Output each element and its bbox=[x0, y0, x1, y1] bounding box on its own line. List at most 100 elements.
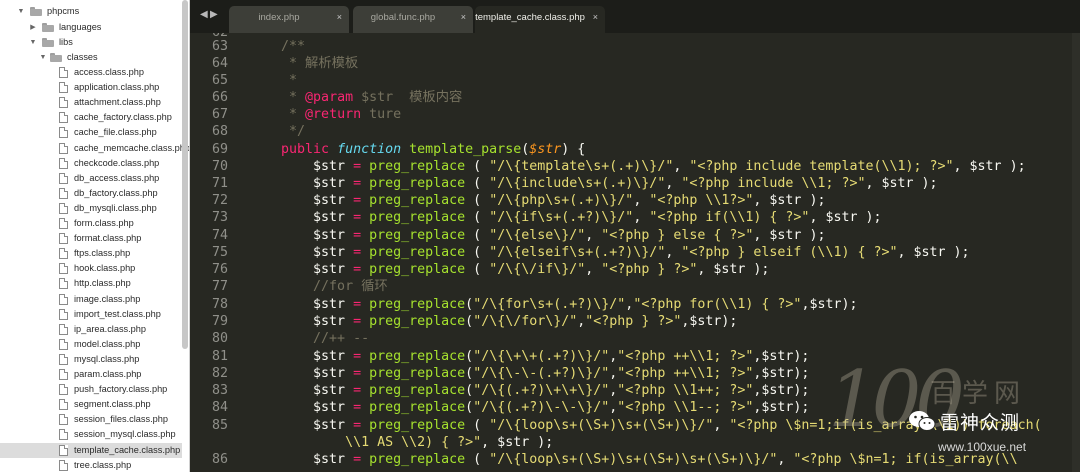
file-icon bbox=[59, 414, 68, 426]
code-text: $str = preg_replace ( "/\{include\s+(.+)… bbox=[249, 176, 938, 191]
sidebar-file-label: form.class.php bbox=[74, 218, 134, 228]
tab-template_cache-class-php[interactable]: template_cache.class.php × bbox=[475, 6, 605, 33]
sidebar-file-label: http.class.php bbox=[74, 278, 131, 289]
file-icon bbox=[59, 233, 68, 245]
sidebar-file-item[interactable]: cache_memcache.class.php bbox=[0, 141, 189, 156]
line-number: 74 bbox=[211, 228, 228, 243]
line-number: 82 bbox=[211, 366, 228, 381]
close-icon[interactable]: × bbox=[461, 6, 466, 29]
sidebar-file-label: application.class.php bbox=[74, 82, 160, 93]
code-line: 65 * bbox=[190, 72, 1080, 89]
code-line: 68 */ bbox=[190, 123, 1080, 140]
sidebar-file-item[interactable]: push_factory.class.php bbox=[0, 382, 182, 397]
sidebar-file-item[interactable]: db_factory.class.php bbox=[0, 186, 182, 201]
sidebar-file-label: template_cache.class.php bbox=[74, 444, 181, 455]
line-number: 73 bbox=[211, 210, 228, 225]
line-number: 63 bbox=[211, 39, 228, 54]
file-icon bbox=[59, 187, 68, 199]
sidebar-file-label: attachment.class.php bbox=[74, 97, 161, 108]
line-number: 86 bbox=[211, 452, 228, 467]
sidebar-file-item[interactable]: segment.class.php bbox=[0, 397, 182, 412]
line-number: 79 bbox=[211, 314, 228, 329]
line-number: 67 bbox=[211, 107, 228, 122]
sidebar-file-item[interactable]: image.class.php bbox=[0, 292, 182, 307]
chevron-down-icon[interactable]: ▼ bbox=[17, 4, 25, 19]
sidebar-folder-phpcms[interactable]: ▼ phpcms bbox=[0, 4, 182, 19]
chevron-right-icon[interactable]: ▶ bbox=[29, 20, 37, 35]
code-line: 79 $str = preg_replace("/\{\/for\}/","<?… bbox=[190, 313, 1080, 330]
sidebar-file-item[interactable]: tree.class.php bbox=[0, 458, 182, 472]
code-line: 69 public function template_parse($str) … bbox=[190, 141, 1080, 158]
sidebar-file-item[interactable]: form.class.php bbox=[0, 216, 182, 231]
sidebar-file-label: db_factory.class.php bbox=[74, 187, 158, 198]
sidebar-folder-label: libs bbox=[59, 37, 73, 47]
sidebar-file-item[interactable]: param.class.php bbox=[0, 367, 182, 382]
code-text: public function template_parse($str) { bbox=[249, 142, 586, 157]
watermark: 100 百学网 雷神众测 www.100xue.net bbox=[820, 355, 1080, 472]
sidebar-folder-languages[interactable]: ▶ languages bbox=[0, 20, 182, 35]
code-line: 63 /** bbox=[190, 38, 1080, 55]
tab-label: index.php bbox=[258, 12, 300, 23]
sidebar-file-item[interactable]: checkcode.class.php bbox=[0, 156, 182, 171]
code-line: 77 //for 循环 bbox=[190, 278, 1080, 295]
sidebar-folder-classes[interactable]: ▼ classes bbox=[0, 50, 182, 65]
code-line: 71 $str = preg_replace ( "/\{include\s+(… bbox=[190, 175, 1080, 192]
sidebar-file-item[interactable]: mysql.class.php bbox=[0, 352, 182, 367]
sidebar-file-item[interactable]: cache_factory.class.php bbox=[0, 110, 182, 125]
sidebar-file-item[interactable]: import_test.class.php bbox=[0, 307, 182, 322]
sidebar-scrollbar[interactable] bbox=[182, 0, 188, 349]
sidebar-file-item[interactable]: application.class.php bbox=[0, 80, 182, 95]
sidebar-file-item[interactable]: format.class.php bbox=[0, 231, 182, 246]
sidebar-file-item[interactable]: hook.class.php bbox=[0, 261, 182, 276]
wechat-icon bbox=[909, 411, 936, 431]
tab-nav-left-icon[interactable]: ◀ bbox=[200, 9, 208, 20]
sidebar-file-label: cache_memcache.class.php bbox=[74, 142, 190, 153]
sidebar-file-item[interactable]: template_cache.class.php bbox=[0, 442, 182, 458]
file-icon bbox=[59, 399, 68, 411]
sidebar-file-item[interactable]: cache_file.class.php bbox=[0, 125, 182, 140]
tab-nav-right-icon[interactable]: ▶ bbox=[210, 9, 218, 20]
tab-index-php[interactable]: index.php × bbox=[229, 6, 349, 33]
watermark-brand: 雷神众测 bbox=[940, 412, 1021, 434]
code-text: $str = preg_replace ( "/\{\/if\}/", "<?p… bbox=[249, 262, 770, 277]
sidebar-file-label: tree.class.php bbox=[74, 459, 132, 470]
code-line: 64 * 解析模板 bbox=[190, 55, 1080, 72]
sidebar-file-item[interactable]: access.class.php bbox=[0, 65, 182, 80]
line-number: 66 bbox=[211, 90, 228, 105]
chevron-down-icon[interactable]: ▼ bbox=[29, 35, 37, 50]
file-icon bbox=[59, 353, 68, 365]
sidebar-folder-libs[interactable]: ▼ libs bbox=[0, 35, 182, 50]
sidebar-file-item[interactable]: http.class.php bbox=[0, 276, 182, 291]
close-icon[interactable]: × bbox=[593, 6, 598, 29]
code-line: 74 $str = preg_replace ( "/\{else\}/", "… bbox=[190, 227, 1080, 244]
line-number: 78 bbox=[211, 297, 228, 312]
sidebar-file-item[interactable]: session_files.class.php bbox=[0, 412, 182, 427]
sidebar-file-item[interactable]: session_mysql.class.php bbox=[0, 427, 182, 442]
code-text: //++ -- bbox=[249, 331, 370, 346]
line-number: 68 bbox=[211, 124, 228, 139]
code-text: \\1 AS \\2) { ?>", $str ); bbox=[249, 435, 554, 450]
sidebar-file-item[interactable]: ftps.class.php bbox=[0, 246, 182, 261]
sidebar-file-label: mysql.class.php bbox=[74, 353, 140, 364]
close-icon[interactable]: × bbox=[337, 6, 342, 29]
line-number: 69 bbox=[211, 142, 228, 157]
file-icon bbox=[59, 172, 68, 184]
sidebar-file-label: ip_area.class.php bbox=[74, 323, 147, 334]
folder-icon bbox=[30, 7, 42, 16]
tab-global-func-php[interactable]: global.func.php × bbox=[353, 6, 473, 33]
sidebar-file-item[interactable]: model.class.php bbox=[0, 337, 182, 352]
sidebar-file-item[interactable]: attachment.class.php bbox=[0, 95, 182, 110]
sidebar-file-item[interactable]: db_mysqli.class.php bbox=[0, 201, 182, 216]
chevron-down-icon[interactable]: ▼ bbox=[39, 50, 47, 65]
sidebar-file-item[interactable]: ip_area.class.php bbox=[0, 322, 182, 337]
code-line: 66 * @param $str 模板内容 bbox=[190, 89, 1080, 106]
sidebar-file-label: session_mysql.class.php bbox=[74, 429, 176, 440]
line-number: 77 bbox=[211, 279, 228, 294]
code-text: $str = preg_replace ( "/\{elseif\s+(.+?)… bbox=[249, 245, 970, 260]
file-icon bbox=[59, 218, 68, 229]
file-icon bbox=[59, 202, 68, 214]
file-icon bbox=[59, 97, 68, 109]
sidebar-file-label: checkcode.class.php bbox=[74, 157, 160, 168]
file-icon bbox=[59, 384, 68, 396]
sidebar-file-item[interactable]: db_access.class.php bbox=[0, 171, 182, 186]
